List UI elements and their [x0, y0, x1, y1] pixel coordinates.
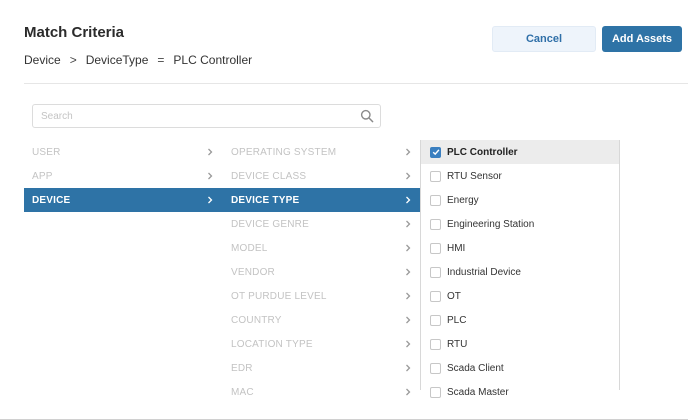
value-option-label: Industrial Device: [447, 266, 521, 278]
attribute-item[interactable]: LOCATION TYPE: [222, 332, 420, 356]
checkbox[interactable]: [430, 146, 441, 158]
category-item-label: USER: [32, 146, 61, 158]
chevron-right-icon: [406, 244, 411, 252]
breadcrumb-separator: >: [69, 53, 77, 67]
breadcrumb-value: PLC Controller: [173, 53, 253, 67]
chevron-right-icon: [406, 196, 411, 204]
value-option[interactable]: PLC: [421, 308, 619, 332]
value-option-label: RTU: [447, 338, 468, 350]
attribute-item[interactable]: MAC: [222, 380, 420, 404]
attribute-item[interactable]: EDR: [222, 356, 420, 380]
category-column: USER APP DEVICE: [24, 140, 222, 212]
breadcrumb-device-type: DeviceType: [85, 53, 149, 67]
value-option[interactable]: Energy: [421, 188, 619, 212]
checkbox[interactable]: [430, 194, 441, 206]
attribute-item-label: OPERATING SYSTEM: [231, 146, 337, 158]
chevron-right-icon: [406, 364, 411, 372]
value-option[interactable]: PLC Controller: [421, 140, 619, 164]
value-option[interactable]: OT: [421, 284, 619, 308]
attribute-item-label: VENDOR: [231, 266, 275, 278]
attribute-item[interactable]: COUNTRY: [222, 308, 420, 332]
attribute-item[interactable]: VENDOR: [222, 260, 420, 284]
value-option-label: PLC: [447, 314, 467, 326]
chevron-right-icon: [406, 172, 411, 180]
attribute-item[interactable]: MODEL: [222, 236, 420, 260]
add-assets-button[interactable]: Add Assets: [602, 26, 682, 52]
value-option-label: Energy: [447, 194, 479, 206]
attribute-item-label: DEVICE TYPE: [231, 194, 300, 206]
value-option[interactable]: Scada Client: [421, 356, 619, 380]
attribute-item-label: DEVICE GENRE: [231, 218, 309, 230]
chevron-right-icon: [406, 340, 411, 348]
breadcrumb: Device > DeviceType = PLC Controller: [24, 53, 252, 67]
attribute-item[interactable]: OPERATING SYSTEM: [222, 140, 420, 164]
attribute-item[interactable]: DEVICE GENRE: [222, 212, 420, 236]
attribute-item[interactable]: DEVICE TYPE: [222, 188, 420, 212]
chevron-right-icon: [406, 292, 411, 300]
checkbox[interactable]: [430, 290, 441, 302]
attribute-item-label: DEVICE CLASS: [231, 170, 307, 182]
checkbox[interactable]: [430, 338, 441, 350]
attribute-item[interactable]: DEVICE CLASS: [222, 164, 420, 188]
category-item-label: APP: [32, 170, 53, 182]
value-option-label: Scada Master: [447, 386, 509, 398]
chevron-right-icon: [406, 316, 411, 324]
cancel-button[interactable]: Cancel: [492, 26, 596, 52]
breadcrumb-device: Device: [24, 53, 61, 67]
category-item[interactable]: DEVICE: [24, 188, 222, 212]
chevron-right-icon: [208, 196, 213, 204]
attribute-item-label: EDR: [231, 362, 253, 374]
attribute-item[interactable]: OT PURDUE LEVEL: [222, 284, 420, 308]
category-item[interactable]: APP: [24, 164, 222, 188]
checkbox[interactable]: [430, 242, 441, 254]
checkbox[interactable]: [430, 386, 441, 398]
attribute-column: OPERATING SYSTEM DEVICE CLASS DEVICE TYPE D…: [222, 140, 420, 404]
page-title: Match Criteria: [24, 24, 125, 41]
value-option-label: HMI: [447, 242, 466, 254]
value-option[interactable]: Scada Master: [421, 380, 619, 404]
value-option-label: OT: [447, 290, 461, 302]
chevron-right-icon: [406, 268, 411, 276]
value-option-label: Engineering Station: [447, 218, 535, 230]
chevron-right-icon: [406, 220, 411, 228]
chevron-right-icon: [406, 388, 411, 396]
value-option[interactable]: Industrial Device: [421, 260, 619, 284]
value-option[interactable]: RTU Sensor: [421, 164, 619, 188]
checkbox[interactable]: [430, 362, 441, 374]
checkbox[interactable]: [430, 266, 441, 278]
value-option-label: PLC Controller: [447, 146, 518, 158]
value-option-label: Scada Client: [447, 362, 504, 374]
chevron-right-icon: [208, 172, 213, 180]
search-icon[interactable]: [360, 109, 374, 123]
checkbox[interactable]: [430, 314, 441, 326]
attribute-item-label: OT PURDUE LEVEL: [231, 290, 327, 302]
value-option-label: RTU Sensor: [447, 170, 502, 182]
value-option[interactable]: RTU: [421, 332, 619, 356]
chevron-right-icon: [208, 148, 213, 156]
value-column: PLC Controller RTU Sensor Energy Engineerin…: [420, 140, 620, 398]
search-input[interactable]: [41, 109, 351, 124]
chevron-right-icon: [406, 148, 411, 156]
header-divider: [24, 83, 688, 84]
value-option[interactable]: Engineering Station: [421, 212, 619, 236]
checkmark-icon: [432, 149, 439, 156]
checkbox[interactable]: [430, 218, 441, 230]
attribute-item-label: LOCATION TYPE: [231, 338, 313, 350]
attribute-item-label: MAC: [231, 386, 254, 398]
attribute-item-label: COUNTRY: [231, 314, 282, 326]
attribute-item-label: MODEL: [231, 242, 268, 254]
value-option[interactable]: HMI: [421, 236, 619, 260]
breadcrumb-equals: =: [157, 53, 165, 67]
checkbox[interactable]: [430, 170, 441, 182]
category-item-label: DEVICE: [32, 194, 71, 206]
category-item[interactable]: USER: [24, 140, 222, 164]
search-box: [32, 104, 381, 128]
